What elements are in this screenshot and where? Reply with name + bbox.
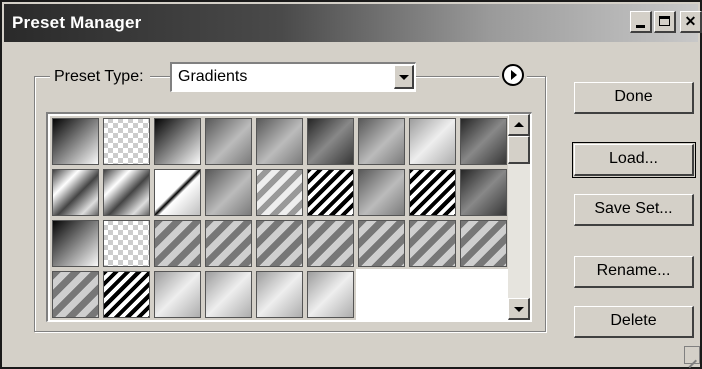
window-title: Preset Manager: [12, 13, 142, 32]
gradient-swatch[interactable]: [305, 116, 356, 167]
scroll-down-button[interactable]: [508, 298, 530, 320]
gradient-swatch-list[interactable]: [46, 112, 532, 322]
gradient-swatch[interactable]: [356, 167, 407, 218]
arrow-down-icon: [514, 307, 524, 312]
gradient-swatch[interactable]: [305, 218, 356, 269]
gradient-swatch[interactable]: [50, 218, 101, 269]
resize-grip-icon[interactable]: [684, 346, 700, 364]
preset-manager-dialog: Preset Manager ✕ Preset Type: Gradients …: [0, 0, 702, 369]
gradient-swatch[interactable]: [458, 218, 509, 269]
gradient-swatch[interactable]: [305, 269, 356, 320]
gradient-swatch[interactable]: [407, 116, 458, 167]
gradient-swatch[interactable]: [101, 116, 152, 167]
gradient-swatch[interactable]: [203, 218, 254, 269]
delete-button[interactable]: Delete: [574, 306, 694, 338]
gradient-swatch[interactable]: [101, 269, 152, 320]
minimize-icon: [636, 25, 645, 28]
gradient-swatch[interactable]: [203, 167, 254, 218]
arrow-up-icon: [514, 122, 524, 127]
preset-type-value: Gradients: [178, 68, 248, 85]
scroll-thumb[interactable]: [508, 136, 530, 164]
gradient-swatch[interactable]: [101, 167, 152, 218]
maximize-icon: [659, 16, 670, 26]
maximize-button[interactable]: [654, 11, 676, 33]
gradient-swatch[interactable]: [305, 167, 356, 218]
gradient-swatch[interactable]: [356, 116, 407, 167]
chevron-down-icon: [399, 75, 409, 80]
gradient-swatch[interactable]: [407, 218, 458, 269]
gradient-swatch[interactable]: [152, 218, 203, 269]
close-button[interactable]: ✕: [680, 11, 702, 33]
done-button[interactable]: Done: [574, 82, 694, 114]
gradient-swatch[interactable]: [152, 269, 203, 320]
minimize-button[interactable]: [630, 11, 652, 33]
gradient-swatch[interactable]: [458, 116, 509, 167]
gradient-swatch[interactable]: [50, 269, 101, 320]
gradient-swatch[interactable]: [407, 167, 458, 218]
preset-type-label: Preset Type:: [50, 66, 150, 88]
save-set-button[interactable]: Save Set...: [574, 194, 694, 226]
gradient-swatch[interactable]: [254, 218, 305, 269]
options-menu-icon[interactable]: [502, 64, 524, 86]
gradient-swatch[interactable]: [203, 269, 254, 320]
close-icon: ✕: [684, 13, 697, 29]
gradient-swatch[interactable]: [203, 116, 254, 167]
gradient-swatch[interactable]: [254, 269, 305, 320]
gradient-swatch[interactable]: [356, 218, 407, 269]
title-bar[interactable]: Preset Manager ✕: [4, 4, 702, 42]
swatch-grid: [50, 116, 509, 320]
load-button[interactable]: Load...: [572, 142, 696, 178]
gradient-swatch[interactable]: [254, 167, 305, 218]
vertical-scrollbar[interactable]: [508, 114, 530, 320]
gradient-swatch[interactable]: [50, 167, 101, 218]
play-arrow-icon: [511, 70, 517, 80]
dropdown-button[interactable]: [394, 65, 414, 89]
rename-button[interactable]: Rename...: [574, 256, 694, 288]
gradient-swatch[interactable]: [458, 167, 509, 218]
preset-type-select[interactable]: Gradients: [170, 62, 416, 92]
gradient-swatch[interactable]: [152, 167, 203, 218]
gradient-swatch[interactable]: [254, 116, 305, 167]
scroll-up-button[interactable]: [508, 114, 530, 136]
gradient-swatch[interactable]: [50, 116, 101, 167]
gradient-swatch[interactable]: [152, 116, 203, 167]
gradient-swatch[interactable]: [101, 218, 152, 269]
